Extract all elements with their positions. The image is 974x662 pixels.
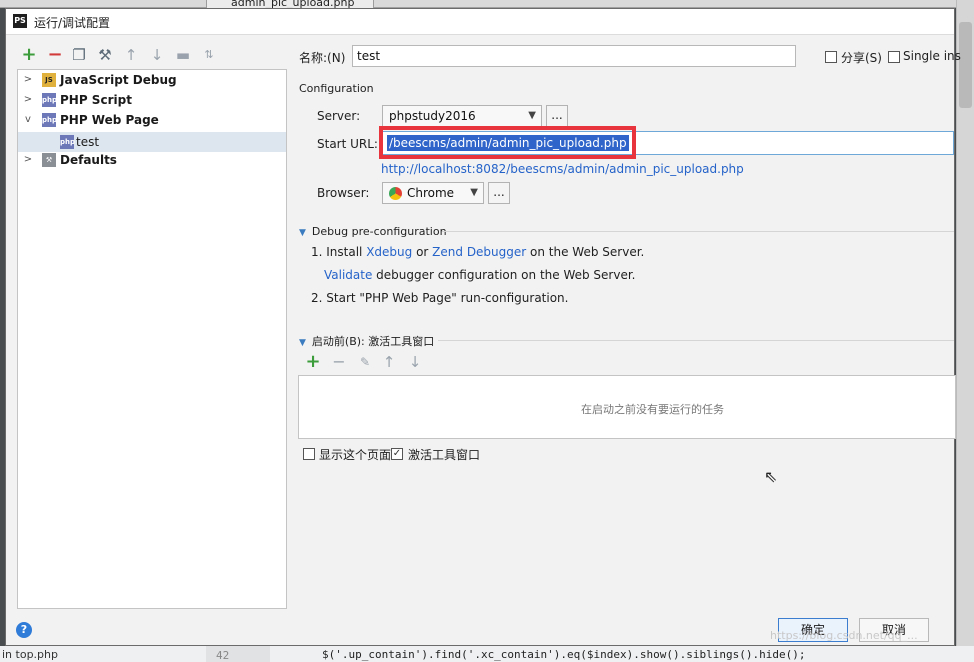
validate-link[interactable]: Validate: [324, 268, 372, 282]
server-label: Server:: [317, 109, 361, 123]
tree-item-php-web-page[interactable]: v php PHP Web Page: [18, 110, 286, 130]
code-line: $('.up_contain').find('.xc_contain').eq(…: [322, 648, 806, 661]
step-text: 1. Install: [311, 245, 367, 259]
step-text: or: [412, 245, 433, 259]
tree-item-test[interactable]: php test: [18, 132, 286, 152]
editor-scrollbar-thumb[interactable]: [959, 22, 972, 108]
tree-item-defaults[interactable]: > ⚒ Defaults: [18, 150, 286, 170]
editor-bottom-strip: in top.php 42 $('.up_contain').find('.xc…: [0, 646, 974, 662]
minus-icon[interactable]: −: [46, 46, 64, 64]
step-text: on the Web Server.: [526, 245, 645, 259]
wrench-icon[interactable]: ⚒: [96, 46, 114, 64]
javascript-debug-icon: JS: [42, 73, 56, 87]
chevron-right-icon[interactable]: >: [22, 90, 34, 110]
watermark: https://blog.csdn.net/qq_...: [770, 629, 918, 642]
share-checkbox[interactable]: [825, 51, 837, 63]
debug-validate-line: Validate debugger configuration on the W…: [324, 268, 636, 282]
single-instance-checkbox[interactable]: [888, 51, 900, 63]
arrow-up-icon[interactable]: ↑: [122, 46, 140, 64]
zend-debugger-link[interactable]: Zend Debugger: [432, 245, 526, 259]
name-label: 名称:(N): [299, 51, 346, 65]
chrome-icon: [389, 187, 402, 200]
tree-item-label: Defaults: [60, 153, 117, 167]
chevron-down-icon: ▼: [470, 187, 478, 198]
project-file-item[interactable]: in top.php: [2, 648, 58, 661]
chevron-down-icon[interactable]: v: [22, 110, 34, 130]
tree-item-label: test: [76, 135, 100, 149]
help-icon[interactable]: ?: [16, 622, 32, 638]
single-instance-label: Single ins: [903, 49, 961, 63]
run-debug-config-dialog: PS 运行/调试配置 + − ❐ ⚒ ↑ ↓ ▬ ⇅ > JS JavaScri…: [5, 8, 961, 646]
highlight-annotation: [379, 126, 636, 159]
php-web-page-icon: php: [60, 135, 75, 149]
debug-step-1: 1. Install Xdebug or Zend Debugger on th…: [311, 245, 644, 259]
debug-step-2: 2. Start "PHP Web Page" run-configuratio…: [311, 291, 569, 305]
triangle-down-icon: ▼: [299, 228, 306, 238]
xdebug-link[interactable]: Xdebug: [366, 245, 412, 259]
before-launch-task-list[interactable]: 在启动之前没有要运行的任务: [298, 375, 956, 439]
browser-select[interactable]: Chrome ▼: [382, 182, 484, 204]
server-select[interactable]: phpstudy2016 ▼: [382, 105, 542, 127]
dialog-titlebar[interactable]: PS 运行/调试配置: [6, 9, 954, 35]
copy-icon[interactable]: ❐: [70, 46, 88, 64]
arrow-down-icon[interactable]: ↓: [148, 46, 166, 64]
browser-browse-button[interactable]: ...: [488, 182, 510, 204]
divider: [438, 340, 954, 341]
tree-item-label: PHP Script: [60, 93, 132, 107]
before-launch-heading[interactable]: ▼ 启动前(B): 激活工具窗口: [299, 333, 434, 349]
name-field[interactable]: test: [352, 45, 796, 67]
line-number: 42: [206, 646, 270, 662]
edit-icon[interactable]: ✎: [356, 353, 374, 371]
debug-preconfig-title: Debug pre-configuration: [311, 225, 447, 238]
show-page-checkbox[interactable]: [303, 448, 315, 460]
arrow-up-icon[interactable]: ↑: [380, 353, 398, 371]
tree-item-javascript-debug[interactable]: > JS JavaScript Debug: [18, 70, 286, 90]
browser-select-value: Chrome: [407, 186, 455, 200]
debug-preconfig-heading[interactable]: ▼ Debug pre-configuration: [299, 225, 447, 238]
editor-tab[interactable]: admin_pic_upload.php: [206, 0, 374, 8]
php-script-icon: php: [42, 93, 57, 107]
before-launch-title: 启动前(B): 激活工具窗口: [311, 335, 435, 348]
mouse-cursor-icon: ⇖: [764, 467, 778, 486]
browser-label: Browser:: [317, 186, 370, 200]
share-label: 分享(S): [841, 51, 882, 65]
plus-icon[interactable]: +: [20, 46, 38, 64]
step-text: debugger configuration on the Web Server…: [372, 268, 636, 282]
editor-scrollbar[interactable]: [956, 0, 974, 662]
empty-task-text: 在启动之前没有要运行的任务: [581, 403, 724, 416]
tree-item-php-script[interactable]: > php PHP Script: [18, 90, 286, 110]
tree-item-label: PHP Web Page: [60, 113, 159, 127]
minus-icon[interactable]: −: [330, 353, 348, 371]
chevron-right-icon[interactable]: >: [22, 150, 34, 170]
full-url-link[interactable]: http://localhost:8082/beescms/admin/admi…: [381, 162, 744, 176]
plus-icon[interactable]: +: [304, 353, 322, 371]
server-browse-button[interactable]: ...: [546, 105, 568, 127]
php-web-page-icon: php: [42, 113, 57, 127]
wrench-icon: ⚒: [42, 153, 56, 167]
server-select-value: phpstudy2016: [389, 109, 476, 123]
folder-icon[interactable]: ▬: [174, 46, 192, 64]
chevron-down-icon: ▼: [528, 110, 536, 121]
start-url-label: Start URL:: [317, 137, 378, 151]
phpstorm-icon: PS: [13, 14, 27, 28]
editor-tab-strip: admin_pic_upload.php: [0, 0, 974, 8]
configuration-heading: Configuration: [299, 82, 374, 95]
chevron-right-icon[interactable]: >: [22, 70, 34, 90]
triangle-down-icon: ▼: [299, 338, 306, 348]
tree-item-label: JavaScript Debug: [60, 73, 177, 87]
sort-icon[interactable]: ⇅: [200, 46, 218, 64]
show-page-label: 显示这个页面: [319, 448, 392, 462]
dialog-title: 运行/调试配置: [34, 16, 111, 30]
config-tree[interactable]: > JS JavaScript Debug > php PHP Script v…: [17, 69, 287, 609]
activate-tool-window-checkbox[interactable]: ✓: [391, 448, 403, 460]
arrow-down-icon[interactable]: ↓: [406, 353, 424, 371]
divider: [442, 231, 954, 232]
activate-tool-window-label: 激活工具窗口: [408, 448, 481, 462]
